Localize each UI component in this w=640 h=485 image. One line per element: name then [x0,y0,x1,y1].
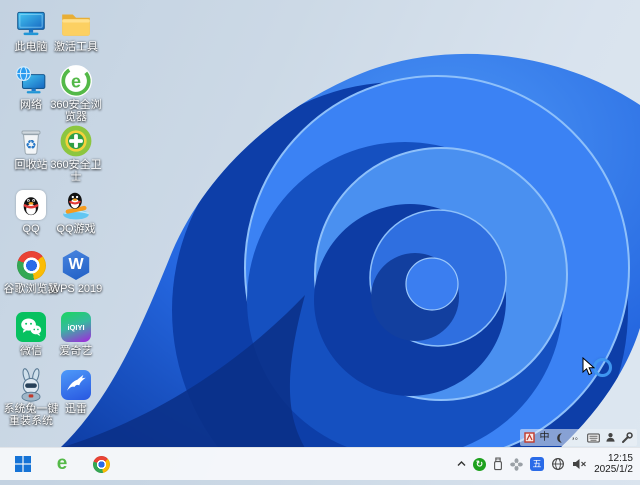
icon-label: 360安全浏览器 [50,99,102,123]
folder-icon [59,6,93,40]
svg-text:♻: ♻ [25,138,36,153]
desktop-icon-activation-tools-folder[interactable]: 激活工具 [45,6,107,53]
desktop-icon-iqiyi[interactable]: iQIYI 爱奇艺 [45,310,107,357]
thunder-bird-icon [59,368,93,402]
360-browser-icon: e [59,64,93,98]
mouse-cursor [582,356,596,381]
volume-muted-icon[interactable] [572,456,587,472]
desktop-icon-360-safe[interactable]: 360安全卫士 [45,124,107,183]
360-safe-icon [59,124,93,158]
network-icon [14,64,48,98]
soft-keyboard-icon[interactable] [587,430,600,446]
driver-flower-icon[interactable] [510,456,523,472]
wubi-ime-icon[interactable]: 五 [530,457,545,471]
this-pc-icon [14,6,48,40]
touch-indicator-ring [593,358,612,377]
wechat-icon [14,310,48,344]
icon-label: 360安全卫士 [50,159,102,183]
360-green-ball-icon[interactable]: ↻ [473,457,487,471]
taskbar-clock[interactable]: 12:15 2025/1/2 [594,453,635,476]
desktop-icon-wps[interactable]: W WPS 2019 [45,248,107,295]
icon-label: QQ游戏 [56,223,96,235]
full-half-width-moon-icon[interactable] [555,430,567,446]
chrome-icon [14,248,48,282]
qq-games-icon [59,188,93,222]
svg-text:e: e [71,71,81,91]
start-button[interactable] [12,453,34,475]
iqiyi-icon: iQIYI [59,310,93,344]
person-icon[interactable] [605,430,616,446]
taskbar: e ↻ 五 12:15 2025/1/2 [0,447,640,480]
clock-date: 2025/1/2 [594,464,633,475]
icon-label: 爱奇艺 [59,345,93,357]
wps-icon: W [59,248,93,282]
network-globe-icon[interactable] [551,456,565,472]
hidden-icons-chevron-icon[interactable] [457,456,466,472]
icon-label: 激活工具 [54,41,98,53]
clock-time: 12:15 [607,452,633,464]
recycle-bin-icon: ♻ [14,124,48,158]
taskbar-chrome-icon[interactable] [90,453,112,475]
usb-eject-icon[interactable] [493,456,503,472]
desktop-icon-360-browser[interactable]: e 360安全浏览器 [45,64,107,123]
taskbar-360-browser-icon[interactable]: e [51,453,73,475]
icon-label: WPS 2019 [49,283,103,295]
desktop-icon-qq-games[interactable]: QQ游戏 [45,188,107,235]
settings-wrench-icon[interactable] [621,430,633,446]
rabbit-mascot-icon [14,368,48,402]
desktop-icon-thunder[interactable]: 迅雷 [45,368,107,415]
punctuation-toggle[interactable]: ，。 [572,433,583,443]
language-bar[interactable]: 中 ，。 [519,429,637,446]
qq-icon [14,188,48,222]
chinese-mode-indicator[interactable]: 中 [540,432,550,443]
icon-label: 迅雷 [65,403,87,415]
ime-logo-icon[interactable] [523,430,535,446]
